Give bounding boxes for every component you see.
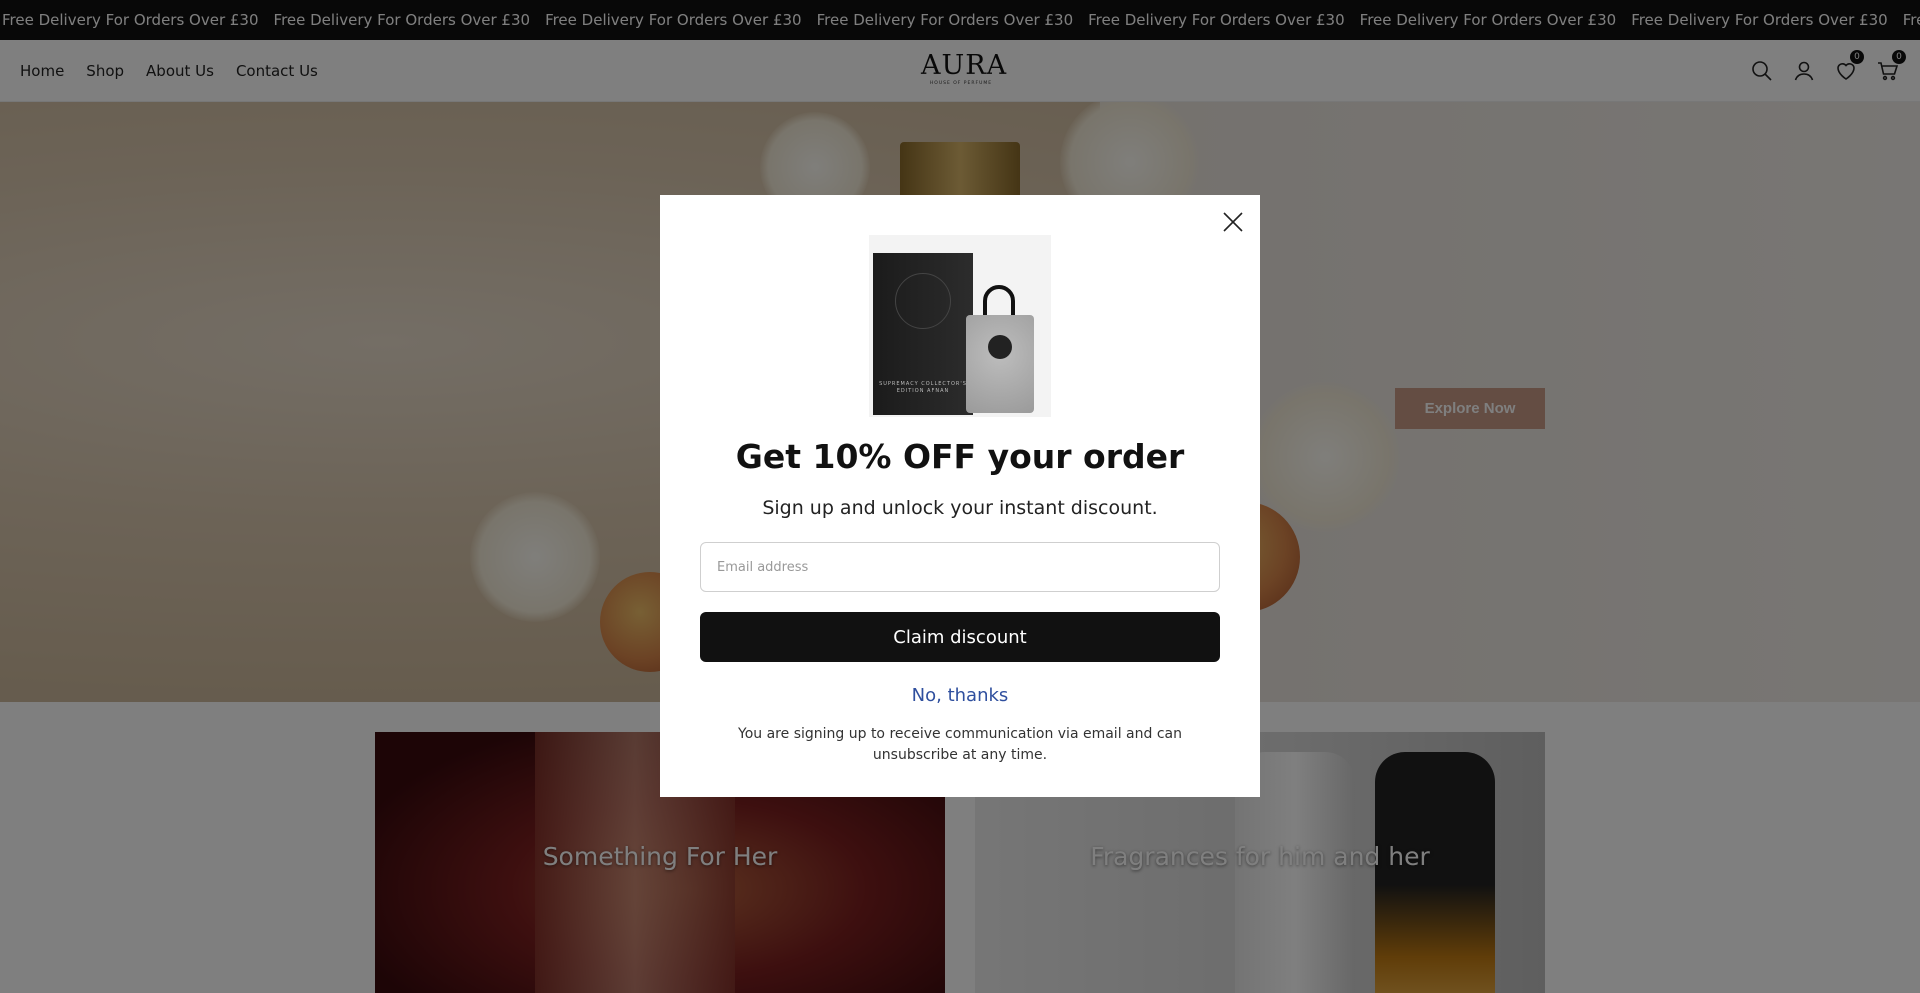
- popup-title: Get 10% OFF your order: [735, 437, 1185, 476]
- perfume-box: SUPREMACY COLLECTOR'S EDITION AFNAN: [873, 253, 973, 415]
- close-icon[interactable]: [1220, 209, 1246, 235]
- claim-discount-button[interactable]: Claim discount: [700, 612, 1220, 662]
- no-thanks-link[interactable]: No, thanks: [660, 685, 1260, 706]
- discount-popup: SUPREMACY COLLECTOR'S EDITION AFNAN Get …: [660, 195, 1260, 797]
- popup-subtitle: Sign up and unlock your instant discount…: [762, 497, 1158, 519]
- popup-disclaimer: You are signing up to receive communicat…: [738, 726, 1182, 763]
- bottle-emblem: [988, 335, 1012, 359]
- perfume-box-label: SUPREMACY COLLECTOR'S EDITION AFNAN: [879, 381, 967, 394]
- email-field[interactable]: [700, 542, 1220, 592]
- crest-emblem: [895, 273, 951, 329]
- popup-product-image: SUPREMACY COLLECTOR'S EDITION AFNAN: [869, 235, 1051, 417]
- perfume-bottle: [966, 315, 1034, 413]
